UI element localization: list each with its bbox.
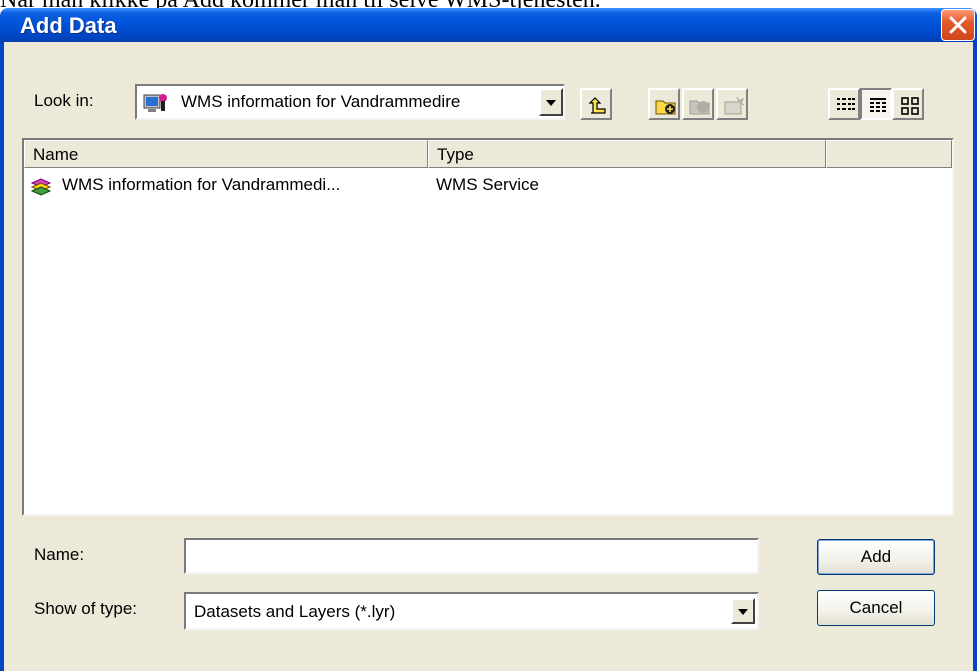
up-one-level-button[interactable] bbox=[580, 88, 612, 120]
dialog-title: Add Data bbox=[20, 13, 117, 38]
wms-connection-icon bbox=[143, 92, 169, 119]
look-in-dropdown[interactable]: WMS information for Vandrammedire bbox=[135, 84, 565, 120]
disconnect-from-folder-button bbox=[682, 88, 714, 120]
row-type: WMS Service bbox=[436, 175, 539, 194]
column-header-name[interactable]: Name bbox=[24, 140, 428, 168]
chevron-down-icon bbox=[546, 100, 556, 106]
look-in-label: Look in: bbox=[34, 91, 94, 110]
cancel-button[interactable]: Cancel bbox=[817, 590, 935, 626]
show-of-type-dropdown-button[interactable] bbox=[731, 598, 755, 624]
wms-service-icon bbox=[30, 174, 52, 201]
add-data-dialog: Add Data Look in: WMS information for Va… bbox=[0, 8, 977, 671]
column-header-type[interactable]: Type bbox=[428, 140, 826, 168]
new-geodatabase-button bbox=[716, 88, 748, 120]
add-button[interactable]: Add bbox=[817, 539, 935, 575]
show-of-type-dropdown[interactable]: Datasets and Layers (*.lyr) bbox=[184, 592, 759, 630]
thumbnails-view-icon bbox=[901, 97, 919, 115]
show-of-type-value: Datasets and Layers (*.lyr) bbox=[194, 602, 396, 621]
list-view-icon bbox=[837, 98, 855, 110]
show-of-type-label: Show of type: bbox=[34, 599, 138, 618]
column-header-extra[interactable] bbox=[826, 140, 952, 168]
connect-to-folder-button[interactable] bbox=[648, 88, 680, 120]
chevron-down-icon bbox=[738, 609, 748, 615]
details-view-icon bbox=[870, 98, 886, 112]
window-frame-left bbox=[0, 42, 4, 671]
close-button[interactable] bbox=[941, 9, 975, 41]
name-input[interactable] bbox=[184, 538, 759, 574]
list-view-button[interactable] bbox=[828, 88, 860, 120]
file-list[interactable]: Name Type WMS information for Vandrammed… bbox=[22, 138, 954, 516]
close-icon bbox=[949, 16, 967, 34]
look-in-dropdown-button[interactable] bbox=[539, 88, 563, 116]
new-geodatabase-icon bbox=[724, 96, 745, 115]
row-name: WMS information for Vandrammedi... bbox=[62, 175, 341, 194]
thumbnails-view-button[interactable] bbox=[892, 88, 924, 120]
connect-to-folder-icon bbox=[655, 100, 676, 115]
name-label: Name: bbox=[34, 545, 85, 564]
details-view-button[interactable] bbox=[860, 88, 892, 120]
title-bar[interactable]: Add Data bbox=[0, 8, 977, 42]
list-item[interactable]: WMS information for Vandrammedi... WMS S… bbox=[24, 170, 952, 200]
look-in-value: WMS information for Vandrammedire bbox=[181, 92, 461, 111]
up-one-level-icon bbox=[588, 97, 606, 114]
disconnect-from-folder-icon bbox=[689, 100, 710, 115]
window-frame-right bbox=[973, 42, 977, 671]
